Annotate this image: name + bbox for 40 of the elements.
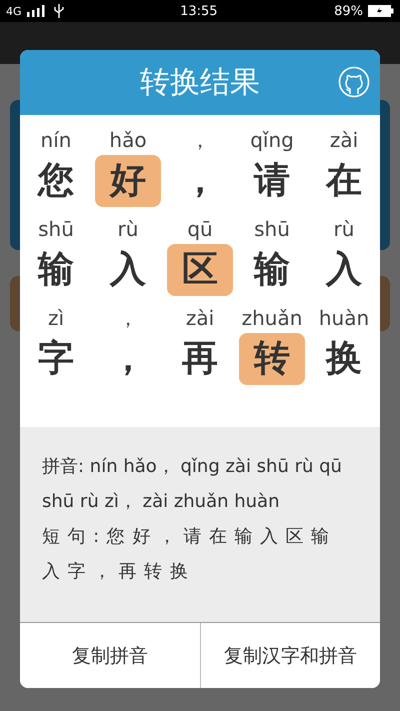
pinyin-label: rù: [334, 216, 354, 243]
battery-label: 89%: [334, 4, 363, 18]
battery-icon: [368, 5, 394, 17]
pinyin-label: ，: [118, 305, 138, 332]
cat-icon[interactable]: [338, 66, 370, 98]
hanzi-character: 在: [324, 159, 363, 203]
hanzi-character: 入: [324, 248, 363, 292]
pinyin-label: zhuǎn: [242, 305, 302, 332]
pinyin-label: nín: [40, 127, 72, 154]
hanzi-character: ，: [109, 337, 147, 381]
network-label: 4G: [6, 4, 22, 18]
hanzi-character: 区: [167, 244, 233, 296]
usb-icon: [54, 4, 64, 18]
hanzi-character: ，: [181, 159, 219, 203]
pinyin-label: zì: [48, 305, 64, 332]
result-text: 拼音: nín hǎo， qǐng zài shū rù qū shū rù zì， zài zhuǎn huàn: [42, 455, 343, 514]
hanzi-character: 字: [37, 337, 75, 381]
pinyin-label: huàn: [318, 305, 370, 332]
copy-button[interactable]: 复制汉字和拼音: [200, 623, 380, 688]
pinyin-label: shū: [38, 216, 74, 243]
hanzi-character: 请: [252, 159, 291, 203]
hanzi-character: 输: [36, 248, 75, 292]
pinyin-label: zài: [330, 127, 358, 154]
hanzi-character: 您: [36, 159, 75, 203]
hanzi-character: 入: [108, 248, 147, 292]
hanzi-character: 转: [239, 333, 305, 385]
pinyin-label: zài: [186, 305, 214, 332]
pinyin-label: shū: [254, 216, 290, 243]
pinyin-label: ，: [190, 127, 210, 154]
hanzi-character: 输: [252, 248, 291, 292]
pinyin-label: qū: [187, 216, 213, 243]
hanzi-character: 好: [95, 155, 161, 207]
pinyin-label: rù: [118, 216, 138, 243]
hanzi-character: 再: [181, 337, 219, 381]
dialog-title: 转换结果: [140, 64, 260, 102]
pinyin-label: qǐng: [250, 127, 294, 154]
result-text: 短句:您好，请在输入区输入字，再转换: [42, 525, 338, 584]
pinyin-label: hǎo: [109, 127, 147, 154]
clock: 13:55: [180, 4, 218, 18]
hanzi-character: 换: [324, 337, 363, 381]
